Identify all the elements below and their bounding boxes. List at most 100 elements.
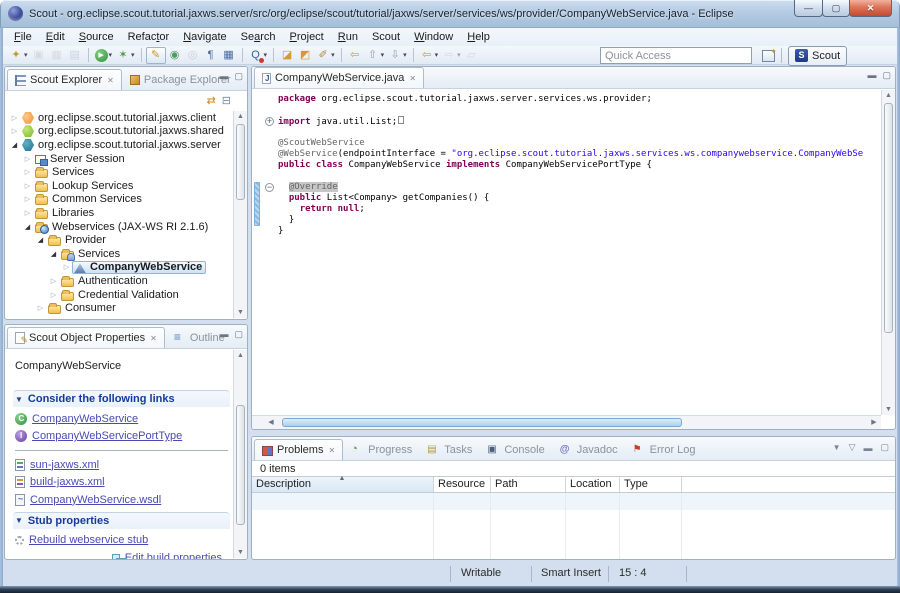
section-header-consider-the-following-links[interactable]: ▼Consider the following links	[13, 390, 230, 407]
java-editor[interactable]: + − package org.eclipse.scout.tutorial.ja…	[252, 90, 881, 415]
tree-item-org-eclipse-scout-tutorial-jaxws-client[interactable]: ▷org.eclipse.scout.tutorial.jaxws.client	[5, 111, 234, 125]
new-wizard-button[interactable]: ✦▾	[7, 48, 30, 63]
dropdown-arrow-icon[interactable]: ▾	[381, 51, 385, 59]
section-collapse-icon[interactable]: ▼	[15, 395, 23, 404]
tree-item-authentication[interactable]: ▷Authentication	[5, 274, 234, 288]
collapse-region-icon[interactable]: −	[265, 183, 274, 192]
search-button[interactable]: ✐▾	[314, 48, 337, 63]
maximize-view-icon[interactable]: ▢	[882, 70, 891, 81]
tree-item-libraries[interactable]: ▷Libraries	[5, 206, 234, 220]
link-companywebserviceporttype[interactable]: CompanyWebServicePortType	[32, 430, 182, 442]
dropdown-arrow-icon[interactable]: ▾	[435, 51, 439, 59]
filter-icon[interactable]: ▼	[833, 443, 841, 452]
dropdown-arrow-icon[interactable]: ▾	[131, 51, 135, 59]
maximize-view-icon[interactable]: ▢	[234, 329, 243, 340]
link-sun-jaxws-xml[interactable]: sun-jaxws.xml	[30, 459, 99, 471]
back-button[interactable]: ⇦▾	[418, 48, 441, 63]
title-bar[interactable]: Scout - org.eclipse.scout.tutorial.jaxws…	[0, 0, 900, 28]
folded-region-icon[interactable]	[398, 116, 404, 124]
collapse-arrow-icon[interactable]: ◢	[22, 223, 33, 231]
tree-item-lookup-services[interactable]: ▷Lookup Services	[5, 179, 234, 193]
collapse-arrow-icon[interactable]: ◢	[48, 250, 59, 258]
collapse-arrow-icon[interactable]: ◢	[9, 141, 20, 149]
section-header-stub-properties[interactable]: ▼Stub properties	[13, 512, 230, 529]
code-line[interactable]: }	[278, 226, 881, 237]
problems-tab-tasks[interactable]: Tasks	[420, 439, 479, 460]
code-line[interactable]: @ScoutWebService	[278, 138, 881, 149]
tree-item-services[interactable]: ▷Services	[5, 165, 234, 179]
problems-tab-javadoc[interactable]: Javadoc	[553, 439, 625, 460]
link-with-editor-icon[interactable]: ⇄	[207, 94, 216, 107]
expand-arrow-icon[interactable]: ▷	[22, 182, 33, 190]
view-menu-icon[interactable]: ▽	[849, 442, 856, 453]
forward-button[interactable]: ⇨▾	[440, 48, 463, 63]
toggle-mark-occurrences-button[interactable]: ✎	[146, 47, 166, 64]
last-edit-location-button[interactable]: ⇦	[346, 48, 364, 63]
open-resource-button[interactable]: ◪	[278, 48, 296, 63]
tree-item-services[interactable]: ◢Services	[5, 247, 234, 261]
expand-arrow-icon[interactable]: ▷	[35, 304, 46, 312]
menu-edit[interactable]: Edit	[39, 30, 72, 44]
tree-item-credential-validation[interactable]: ▷Credential Validation	[5, 288, 234, 302]
properties-tab-scout-object-properties[interactable]: Scout Object Properties✕	[7, 327, 165, 348]
code-area[interactable]: package org.eclipse.scout.tutorial.jaxws…	[278, 94, 881, 237]
show-source-button[interactable]: ◎	[184, 48, 202, 63]
next-annotation-button[interactable]: ⇩▾	[386, 48, 409, 63]
explorer-scrollbar[interactable]: ▲ ▼	[233, 111, 247, 318]
column-header-resource[interactable]: Resource	[434, 477, 491, 492]
explorer-tab-scout-explorer[interactable]: Scout Explorer✕	[7, 69, 122, 90]
dropdown-arrow-icon[interactable]: ▾	[24, 51, 28, 59]
new-scout-object-button[interactable]: Q▾	[247, 48, 270, 63]
tree-item-companywebservice[interactable]: ▷CompanyWebService	[5, 261, 234, 275]
expand-arrow-icon[interactable]: ▷	[22, 155, 33, 163]
dropdown-arrow-icon[interactable]: ▾	[457, 51, 461, 59]
collapse-arrow-icon[interactable]: ◢	[35, 236, 46, 244]
expand-arrow-icon[interactable]: ▷	[22, 209, 33, 217]
open-type-button[interactable]: ◩	[296, 48, 314, 63]
maximize-window-button[interactable]: ▢	[822, 0, 850, 17]
dropdown-arrow-icon[interactable]: ▾	[109, 51, 113, 59]
tree-item-common-services[interactable]: ▷Common Services	[5, 193, 234, 207]
debug-button[interactable]: ✶▾	[114, 48, 137, 63]
menu-project[interactable]: Project	[283, 30, 331, 44]
expand-arrow-icon[interactable]: ▷	[9, 127, 20, 135]
close-tab-icon[interactable]: ✕	[150, 334, 157, 343]
save-all-button[interactable]: ▦	[48, 48, 66, 63]
code-line[interactable]: @WebService(endpointInterface = "org.ecl…	[278, 149, 881, 160]
quick-access-input[interactable]	[600, 47, 752, 64]
close-tab-icon[interactable]: ✕	[328, 446, 335, 455]
minimize-view-icon[interactable]: ▬	[867, 70, 876, 81]
editor-tab-companywebservice-java[interactable]: CompanyWebService.java✕	[254, 67, 424, 88]
save-button[interactable]: ▣	[30, 48, 48, 63]
block-selection-button[interactable]: ▦	[220, 48, 238, 63]
column-header-location[interactable]: Location	[566, 477, 620, 492]
tree-item-org-eclipse-scout-tutorial-jaxws-shared[interactable]: ▷org.eclipse.scout.tutorial.jaxws.shared	[5, 125, 234, 139]
minimize-view-icon[interactable]: ▬	[863, 443, 872, 453]
editor-horizontal-scrollbar[interactable]: ◀ ▶	[252, 415, 881, 429]
print-button[interactable]: ▤	[66, 48, 84, 63]
close-window-button[interactable]: ✕	[849, 0, 892, 17]
code-line[interactable]: import java.util.List;	[278, 116, 881, 127]
minimize-view-icon[interactable]: ▬	[219, 329, 228, 340]
expand-arrow-icon[interactable]: ▷	[9, 114, 20, 122]
code-line[interactable]	[278, 127, 881, 138]
editor-vertical-scrollbar[interactable]: ▲ ▼	[881, 90, 895, 415]
link-companywebservice-wsdl[interactable]: CompanyWebService.wsdl	[30, 494, 161, 506]
code-line[interactable]	[278, 105, 881, 116]
code-line[interactable]: }	[278, 215, 881, 226]
menu-scout[interactable]: Scout	[365, 30, 407, 44]
menu-navigate[interactable]: Navigate	[176, 30, 233, 44]
expand-arrow-icon[interactable]: ▷	[48, 291, 59, 299]
expand-region-icon[interactable]: +	[265, 117, 274, 126]
tree-item-provider[interactable]: ◢Provider	[5, 233, 234, 247]
column-header-description[interactable]: Description▲	[252, 477, 434, 492]
expand-arrow-icon[interactable]: ▷	[22, 168, 33, 176]
tree-item-server-session[interactable]: ▷Server Session	[5, 152, 234, 166]
column-header-type[interactable]: Type	[620, 477, 682, 492]
run-button[interactable]: ▶▾	[93, 48, 115, 63]
tree-item-org-eclipse-scout-tutorial-jaxws-server[interactable]: ◢org.eclipse.scout.tutorial.jaxws.server	[5, 138, 234, 152]
close-tab-icon[interactable]: ✕	[107, 76, 114, 85]
menu-source[interactable]: Source	[72, 30, 121, 44]
maximize-view-icon[interactable]: ▢	[880, 442, 889, 453]
pin-editor-button[interactable]: ▱	[463, 48, 481, 63]
